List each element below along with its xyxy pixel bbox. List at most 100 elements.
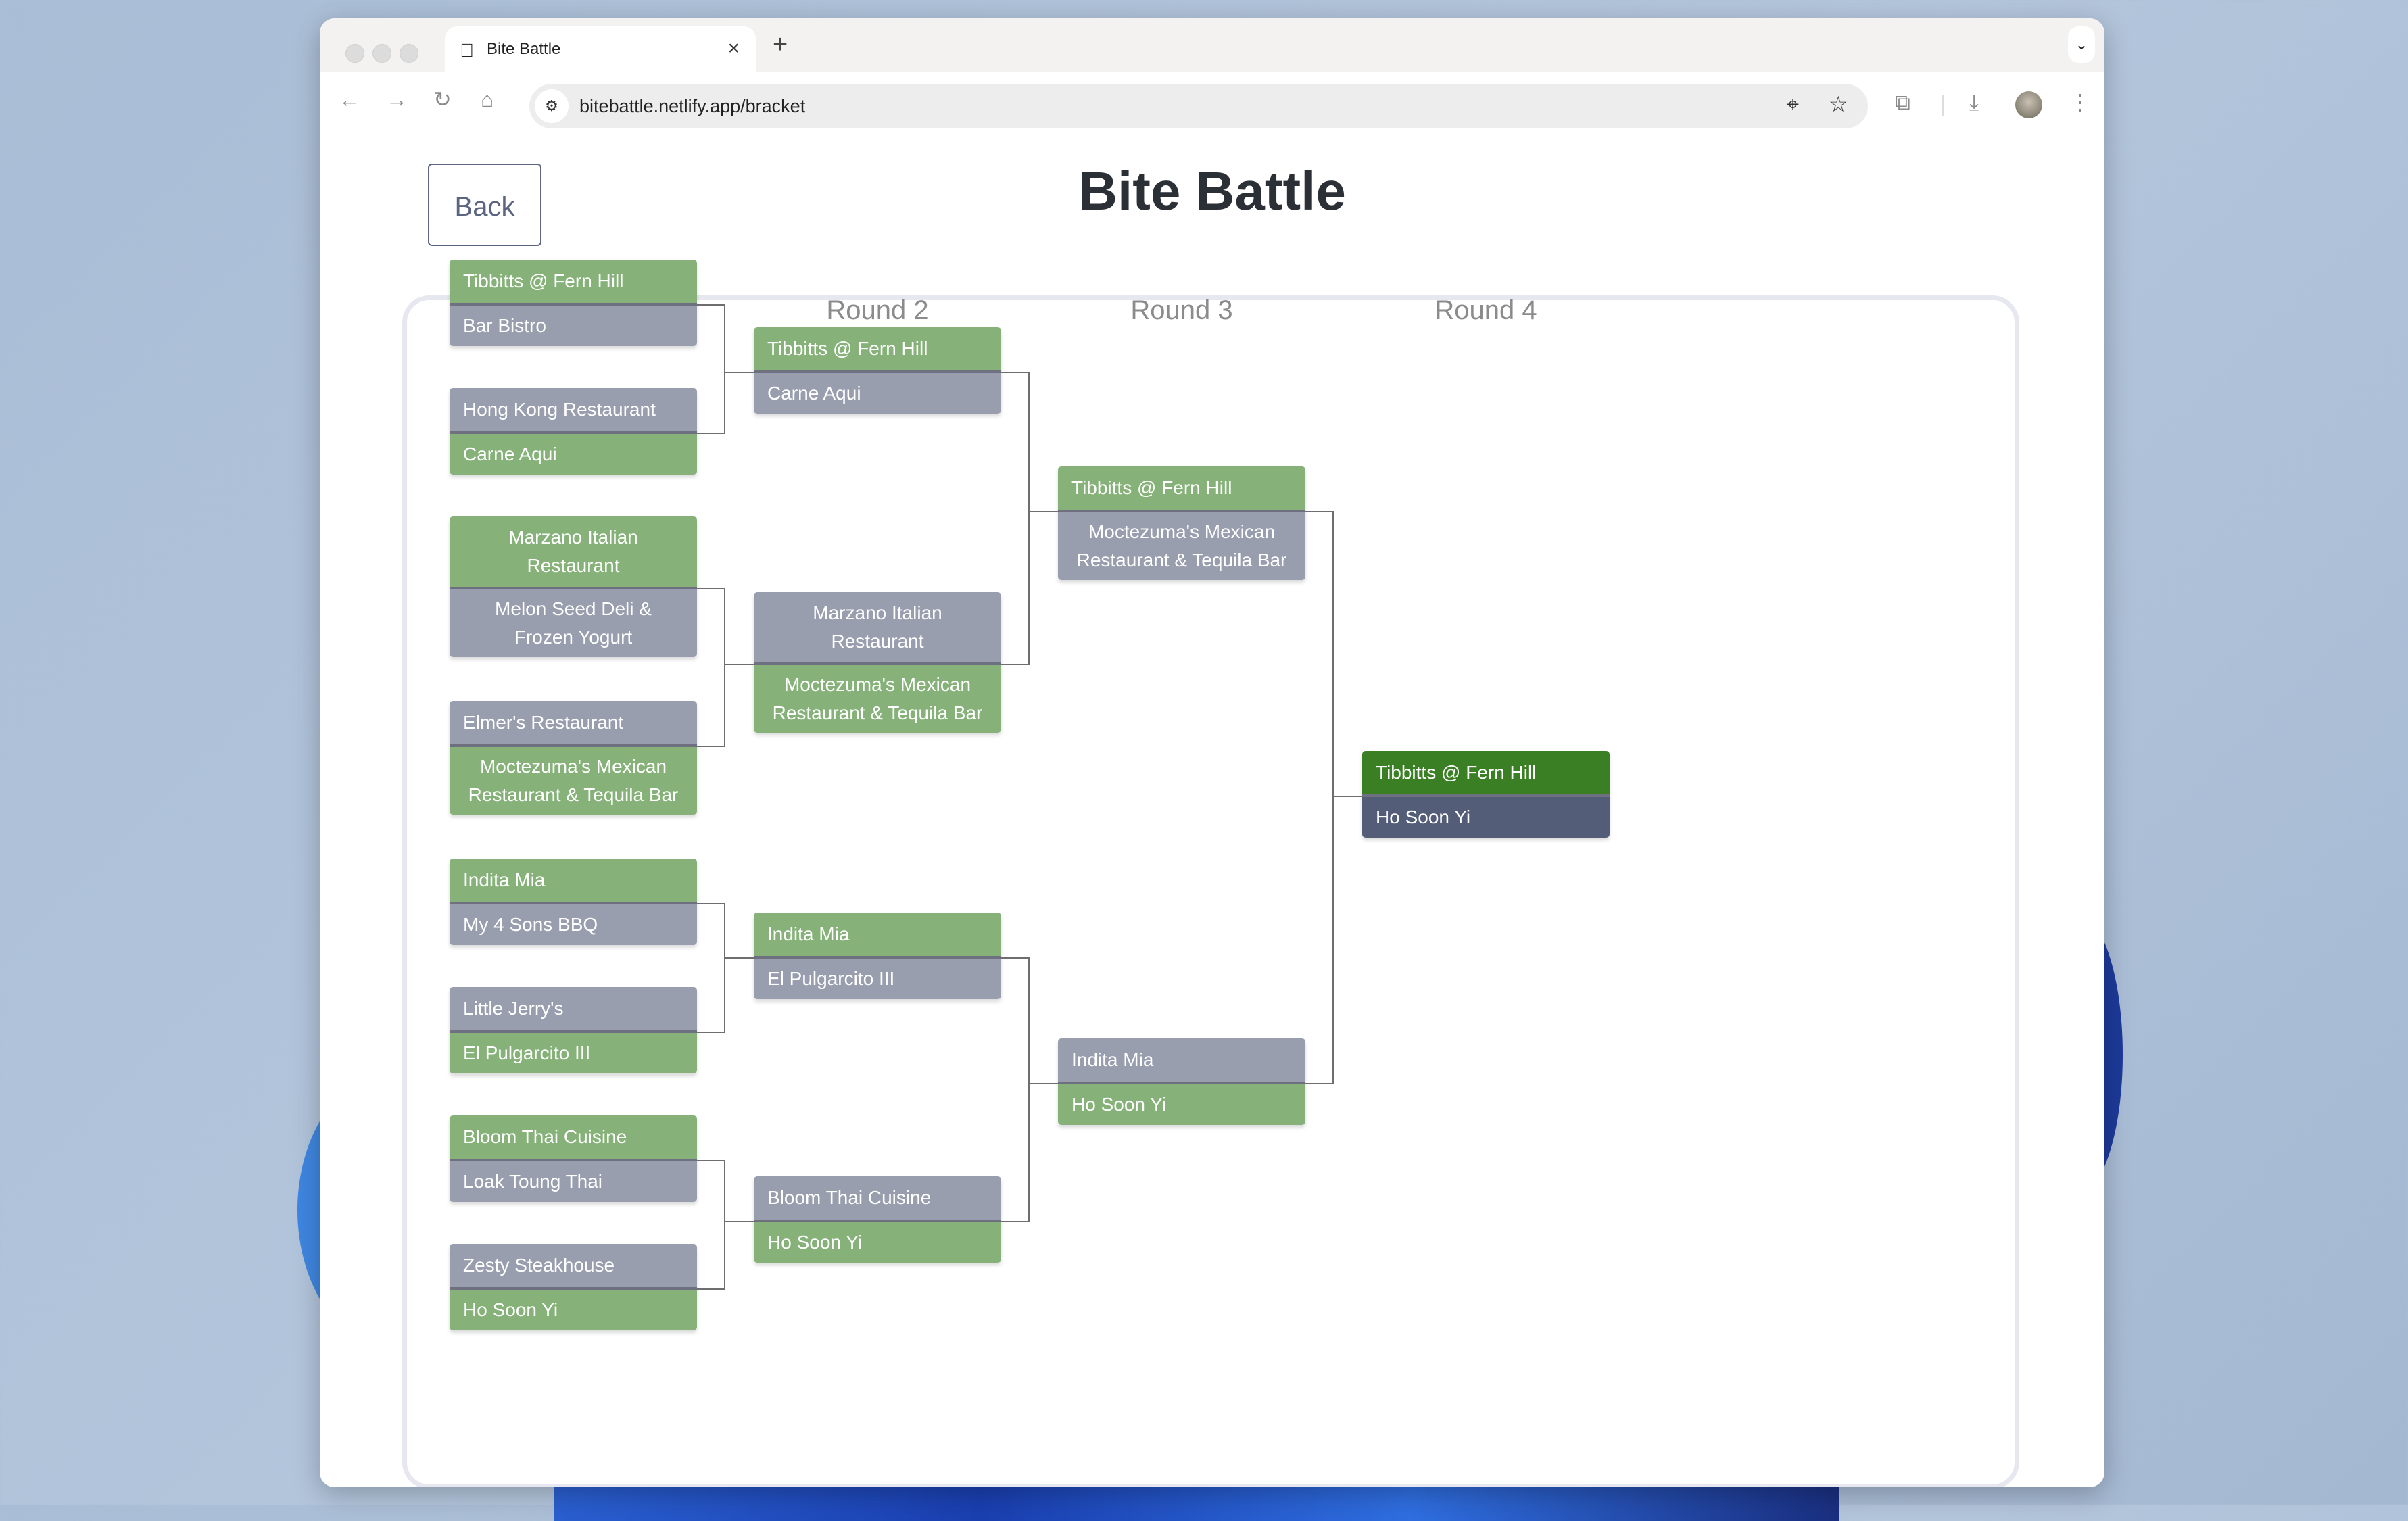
team-slot-winner[interactable]: Tibbitts @ Fern Hill [754, 327, 1001, 370]
new-tab-button[interactable]: + [773, 32, 788, 57]
match: Zesty Steakhouse Ho Soon Yi [450, 1244, 697, 1330]
bracket-connector [697, 746, 724, 747]
tab-bar:  Bite Battle × + ⌄ [320, 18, 2104, 72]
bracket-connector [697, 1032, 724, 1033]
tab-bite-battle[interactable]:  Bite Battle × [445, 26, 756, 72]
team-slot-loser[interactable]: Moctezuma's Mexican Restaurant & Tequila… [1058, 510, 1305, 580]
bracket-connector [697, 433, 724, 434]
bracket-connector [1332, 511, 1334, 1084]
bracket-connector [1001, 957, 1028, 959]
address-bar[interactable]: ⚙ bitebattle.netlify.app/bracket ⌖ ☆ [529, 84, 1868, 128]
tab-title: Bite Battle [487, 40, 561, 58]
match: Marzano Italian Restaurant Melon Seed Del… [450, 516, 697, 657]
team-slot-loser[interactable]: Loak Toung Thai [450, 1159, 697, 1202]
team-slot-winner[interactable]: Ho Soon Yi [450, 1287, 697, 1330]
page-title: Bite Battle [1078, 161, 1346, 221]
team-slot-loser[interactable]: Zesty Steakhouse [450, 1244, 697, 1287]
match: Marzano Italian Restaurant Moctezuma's Me… [754, 592, 1001, 733]
download-icon[interactable]: ⤓ [1969, 91, 1979, 113]
bookmark-star-icon[interactable]: ☆ [1829, 93, 1848, 115]
close-tab-icon[interactable]: × [727, 37, 740, 60]
match: Tibbitts @ Fern Hill Moctezuma's Mexican … [1058, 466, 1305, 580]
team-slot-loser[interactable]: Elmer's Restaurant [450, 701, 697, 744]
team-slot-loser[interactable]: Little Jerry's [450, 987, 697, 1030]
extensions-icon[interactable]: ⧉ [1895, 91, 1910, 113]
team-slot-winner[interactable]: Carne Aqui [450, 431, 697, 475]
team-slot-winner[interactable]: Tibbitts @ Fern Hill [1362, 751, 1610, 794]
team-slot-loser[interactable]: Bar Bistro [450, 303, 697, 346]
team-slot-loser[interactable]: Marzano Italian Restaurant [754, 592, 1001, 662]
url-text[interactable]: bitebattle.netlify.app/bracket [579, 96, 805, 117]
tab-search-dropdown[interactable]: ⌄ [2068, 26, 2095, 63]
team-slot-winner[interactable]: El Pulgarcito III [450, 1030, 697, 1073]
window-minimize-button[interactable] [372, 44, 391, 63]
location-pin-icon[interactable]: ⌖ [1787, 93, 1799, 115]
browser-toolbar: ← → ↻ ⌂ ⚙ bitebattle.netlify.app/bracket… [320, 72, 2104, 135]
bracket-connector [724, 1160, 725, 1290]
back-arrow-icon[interactable]: ← [339, 89, 360, 110]
match: Tibbitts @ Fern Hill Bar Bistro [450, 260, 697, 346]
team-slot-winner[interactable]: Indita Mia [450, 859, 697, 902]
back-button[interactable]: Back [428, 164, 541, 246]
round-label: Round 3 [1130, 295, 1233, 325]
window-close-button[interactable] [345, 44, 364, 63]
team-slot-loser[interactable]: My 4 Sons BBQ [450, 902, 697, 945]
apple-icon:  [460, 40, 474, 62]
match: Indita Mia Ho Soon Yi [1058, 1038, 1305, 1125]
bracket-connector [1028, 511, 1058, 512]
bracket-connector [697, 588, 724, 589]
toolbar-divider [1942, 95, 1944, 116]
match: Bloom Thai Cuisine Ho Soon Yi [754, 1176, 1001, 1263]
team-slot-loser[interactable]: Bloom Thai Cuisine [754, 1176, 1001, 1220]
bracket-connector [1305, 1083, 1332, 1084]
browser-window:  Bite Battle × + ⌄ ← → ↻ ⌂ ⚙ bitebattle… [320, 18, 2104, 1487]
team-slot-winner[interactable]: Moctezuma's Mexican Restaurant & Tequila… [754, 662, 1001, 733]
team-slot-winner[interactable]: Moctezuma's Mexican Restaurant & Tequila… [450, 744, 697, 815]
bracket-connector [1028, 372, 1030, 665]
round-label: Round 4 [1435, 295, 1537, 325]
window-zoom-button[interactable] [400, 44, 418, 63]
team-slot-loser[interactable]: Carne Aqui [754, 370, 1001, 414]
home-icon[interactable]: ⌂ [481, 89, 493, 110]
round-label: Round 2 [826, 295, 929, 325]
bracket-connector [1332, 796, 1362, 797]
match: Indita Mia My 4 Sons BBQ [450, 859, 697, 945]
bracket-connector [1001, 1221, 1028, 1222]
bracket-connector [1001, 664, 1028, 665]
reload-icon[interactable]: ↻ [433, 89, 452, 110]
team-slot-loser[interactable]: El Pulgarcito III [754, 956, 1001, 999]
bracket-connector [1028, 957, 1030, 1222]
page-content: Bite Battle Back Round 1Tibbitts @ Fern … [320, 135, 2104, 1487]
kebab-menu-icon[interactable]: ⋮ [2069, 91, 2091, 113]
profile-avatar[interactable] [2015, 91, 2042, 118]
match: Tibbitts @ Fern Hill Carne Aqui [754, 327, 1001, 414]
bracket-connector [697, 1160, 724, 1161]
bracket-connector [1001, 372, 1028, 373]
bracket-connector [724, 588, 725, 747]
team-slot-winner[interactable]: Marzano Italian Restaurant [450, 516, 697, 587]
forward-arrow-icon[interactable]: → [386, 89, 408, 110]
team-slot-loser[interactable]: Melon Seed Deli & Frozen Yogurt [450, 587, 697, 657]
bracket-connector [724, 957, 754, 959]
team-slot-loser[interactable]: Indita Mia [1058, 1038, 1305, 1082]
bracket-connector [724, 372, 754, 373]
team-slot-winner[interactable]: Ho Soon Yi [754, 1220, 1001, 1263]
team-slot-winner[interactable]: Indita Mia [754, 913, 1001, 956]
match: Hong Kong Restaurant Carne Aqui [450, 388, 697, 475]
team-slot-loser[interactable]: Ho Soon Yi [1362, 794, 1610, 838]
team-slot-winner[interactable]: Tibbitts @ Fern Hill [1058, 466, 1305, 510]
match: Bloom Thai Cuisine Loak Toung Thai [450, 1115, 697, 1202]
bracket-connector [724, 304, 725, 434]
match: Elmer's Restaurant Moctezuma's Mexican Re… [450, 701, 697, 815]
final-match: Tibbitts @ Fern Hill Ho Soon Yi [1362, 751, 1610, 838]
team-slot-winner[interactable]: Ho Soon Yi [1058, 1082, 1305, 1125]
team-slot-winner[interactable]: Bloom Thai Cuisine [450, 1115, 697, 1159]
site-info-icon[interactable]: ⚙ [535, 89, 569, 123]
team-slot-winner[interactable]: Tibbitts @ Fern Hill [450, 260, 697, 303]
bracket-connector [724, 903, 725, 1033]
bracket-connector [697, 903, 724, 904]
bracket-connector [724, 1221, 754, 1222]
bracket-connector [724, 664, 754, 665]
team-slot-loser[interactable]: Hong Kong Restaurant [450, 388, 697, 431]
bracket-connector [1028, 1083, 1058, 1084]
